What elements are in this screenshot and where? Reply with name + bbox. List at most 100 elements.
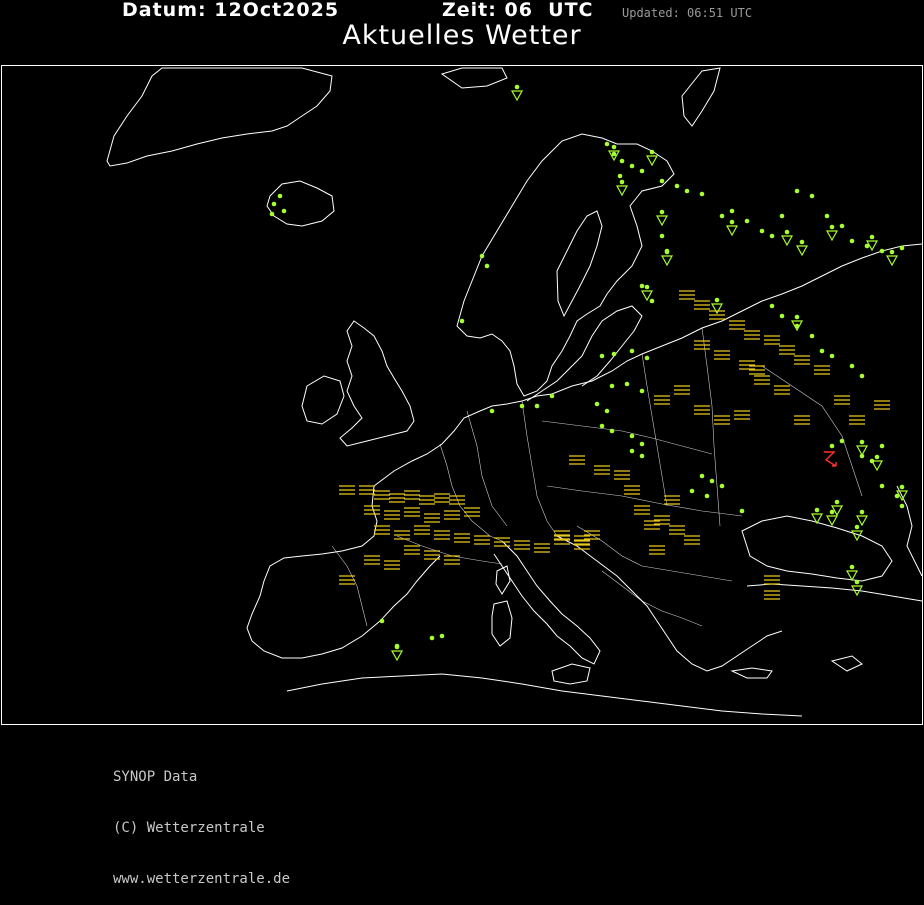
fog-symbol <box>569 455 585 465</box>
fog-symbol <box>764 335 780 345</box>
fog-symbol <box>634 505 650 515</box>
rain-symbol <box>629 433 635 439</box>
fog-symbol <box>834 395 850 405</box>
rain-symbol <box>794 188 800 194</box>
fog-symbol <box>734 410 750 420</box>
border-line <box>601 570 703 627</box>
fog-symbol <box>374 525 390 535</box>
fog-symbol <box>364 555 380 565</box>
fog-symbol <box>714 415 730 425</box>
fog-symbol <box>714 350 730 360</box>
balkans-coast <box>556 535 783 672</box>
map-title: Aktuelles Wetter <box>342 20 582 51</box>
svalbard-outline <box>440 67 508 89</box>
rain-symbol <box>829 353 835 359</box>
fog-symbol <box>389 493 405 503</box>
fog-symbol <box>764 590 780 600</box>
cyprus-outline <box>830 655 863 672</box>
rain-symbol <box>839 438 845 444</box>
border-line <box>439 443 503 542</box>
rain-symbol <box>649 149 655 155</box>
fog-symbol <box>649 545 665 555</box>
shower-symbol <box>660 255 674 267</box>
shower-symbol <box>390 650 404 662</box>
fog-symbol <box>434 493 450 503</box>
rain-symbol <box>609 428 615 434</box>
shower-symbol <box>645 155 659 167</box>
fog-symbol <box>444 510 460 520</box>
weather-map <box>1 65 923 725</box>
fog-symbol <box>404 507 420 517</box>
great-britain-outline <box>339 320 415 447</box>
fog-symbol <box>749 365 765 375</box>
rain-symbol <box>799 239 805 245</box>
shower-symbol <box>855 515 869 527</box>
fog-symbol <box>774 385 790 395</box>
fog-symbol <box>374 490 390 500</box>
fog-symbol <box>384 510 400 520</box>
border-line <box>546 485 743 517</box>
novaya-zemlya-outline <box>681 67 721 127</box>
bothnia-outline <box>556 210 603 318</box>
rain-symbol <box>809 333 815 339</box>
date-label: Datum: <box>122 0 207 21</box>
shower-symbol <box>780 235 794 247</box>
rain-symbol <box>699 191 705 197</box>
fog-symbol <box>744 330 760 340</box>
date-display: Datum: 12Oct2025 <box>122 0 339 21</box>
rain-symbol <box>779 213 785 219</box>
fog-symbol <box>424 513 440 523</box>
rain-symbol <box>809 193 815 199</box>
continent-coast <box>373 243 922 487</box>
rain-symbol <box>709 478 715 484</box>
fog-symbol <box>339 485 355 495</box>
ireland-outline <box>301 375 345 425</box>
rain-symbol <box>859 439 865 445</box>
shower-symbol <box>615 185 629 197</box>
rain-symbol <box>684 188 690 194</box>
fog-symbol <box>449 495 465 505</box>
rain-symbol <box>659 209 665 215</box>
rain-symbol <box>869 234 875 240</box>
rain-symbol <box>689 488 695 494</box>
sicily-outline <box>551 663 591 685</box>
footer-credits: SYNOP Data (C) Wetterzentrale www.wetter… <box>113 735 290 905</box>
rain-symbol <box>439 633 445 639</box>
rain-symbol <box>704 493 710 499</box>
baltic-outline <box>526 305 643 402</box>
shower-symbol <box>725 225 739 237</box>
rain-symbol <box>879 443 885 449</box>
rain-symbol <box>639 441 645 447</box>
rain-symbol <box>599 423 605 429</box>
border-line <box>701 327 721 527</box>
rain-symbol <box>859 373 865 379</box>
caspian-outline <box>896 485 922 577</box>
rain-symbol <box>664 249 670 255</box>
rain-symbol <box>604 141 610 147</box>
rain-symbol <box>729 208 735 214</box>
fog-symbol <box>384 560 400 570</box>
rain-symbol <box>829 443 835 449</box>
fog-symbol <box>474 535 490 545</box>
rain-symbol <box>594 401 600 407</box>
shower-symbol <box>710 303 724 315</box>
date-value: 12Oct2025 <box>214 0 340 21</box>
rain-symbol <box>859 509 865 515</box>
fog-symbol <box>554 530 570 540</box>
fog-symbol <box>419 495 435 505</box>
scandinavia-outline <box>456 133 675 397</box>
rain-symbol <box>639 283 645 289</box>
fog-symbol <box>404 490 420 500</box>
rain-symbol <box>879 483 885 489</box>
fog-symbol <box>674 385 690 395</box>
fog-symbol <box>359 485 375 495</box>
shower-symbol <box>655 215 669 227</box>
fog-symbol <box>694 300 710 310</box>
rain-symbol <box>759 228 765 234</box>
fog-symbol <box>414 525 430 535</box>
rain-symbol <box>271 201 277 207</box>
rain-symbol <box>644 284 650 290</box>
rain-symbol <box>854 579 860 585</box>
rain-symbol <box>639 168 645 174</box>
rain-symbol <box>649 298 655 304</box>
